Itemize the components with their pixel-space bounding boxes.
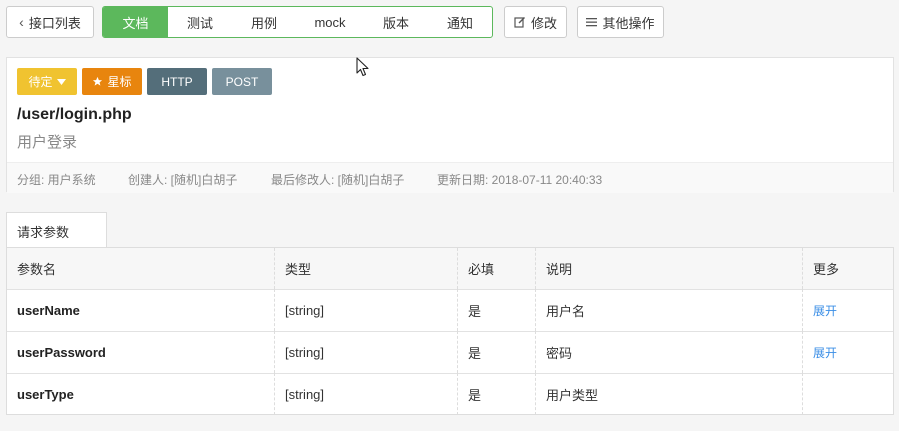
param-required: 是 [457,331,535,373]
table-row: userPassword [string] 是 密码 展开 [7,331,893,374]
protocol-label: HTTP [161,74,193,89]
param-more-cell [802,373,893,415]
expand-link[interactable]: 展开 [813,344,837,361]
meta-creator: 创建人: [随机]白胡子 [128,173,238,187]
protocol-badge: HTTP [147,68,207,95]
meta-modifier: 最后修改人: [随机]白胡子 [271,173,405,187]
method-badge: POST [212,68,272,95]
edit-button[interactable]: 修改 [504,6,567,38]
caret-down-icon [56,78,66,85]
table-row: userName [string] 是 用户名 展开 [7,289,893,332]
param-type: [string] [274,331,457,373]
back-to-list-button[interactable]: ‹ 接口列表 [6,6,94,38]
header-description: 说明 [535,248,802,289]
tab-request-params[interactable]: 请求参数 [6,212,107,248]
param-description: 用户名 [535,289,802,331]
header-required: 必填 [457,248,535,289]
tab-mock[interactable]: mock [296,7,364,37]
list-icon [586,18,598,27]
tab-case[interactable]: 用例 [232,7,296,37]
header-type: 类型 [274,248,457,289]
param-name: userPassword [17,344,106,360]
api-info-card: 待定 星标 HTTP POST /user/login.php 用户登录 分组:… [6,57,894,193]
api-view-tabs: 文档 测试 用例 mock 版本 通知 [102,6,493,38]
param-description: 用户类型 [535,373,802,415]
param-name: userName [17,302,80,318]
param-description: 密码 [535,331,802,373]
more-actions-label: 其他操作 [602,15,655,31]
edit-label: 修改 [530,15,557,31]
star-button[interactable]: 星标 [82,68,142,95]
table-row: userType [string] 是 用户类型 [7,373,893,415]
mouse-cursor-icon [356,57,369,77]
param-name: userType [17,386,74,402]
request-params-table: 参数名 类型 必填 说明 更多 userName [string] 是 用户名 … [6,247,894,415]
param-required: 是 [457,373,535,415]
tab-version[interactable]: 版本 [364,7,428,37]
tab-notify[interactable]: 通知 [428,7,492,37]
more-actions-button[interactable]: 其他操作 [577,6,664,38]
param-more-cell: 展开 [802,331,893,373]
param-more-cell: 展开 [802,289,893,331]
tab-doc[interactable]: 文档 [103,7,168,37]
expand-link[interactable]: 展开 [813,302,837,319]
header-more: 更多 [802,248,893,289]
star-label: 星标 [107,75,132,89]
table-header-row: 参数名 类型 必填 说明 更多 [7,248,893,290]
meta-group: 分组: 用户系统 [17,173,96,187]
back-to-list-label: 接口列表 [28,15,81,31]
meta-updated: 更新日期: 2018-07-11 20:40:33 [437,173,603,187]
method-label: POST [225,74,259,89]
param-type: [string] [274,373,457,415]
param-type: [string] [274,289,457,331]
status-dropdown[interactable]: 待定 [17,68,77,95]
param-required: 是 [457,289,535,331]
api-meta-row: 分组: 用户系统 创建人: [随机]白胡子 最后修改人: [随机]白胡子 更新日… [7,162,893,193]
edit-icon [514,17,525,28]
status-label: 待定 [28,75,53,89]
api-name: 用户登录 [17,134,78,151]
chevron-left-icon: ‹ [19,14,24,30]
tab-test[interactable]: 测试 [168,7,232,37]
api-path: /user/login.php [17,106,132,123]
header-param-name: 参数名 [17,262,57,277]
star-icon [93,76,103,86]
